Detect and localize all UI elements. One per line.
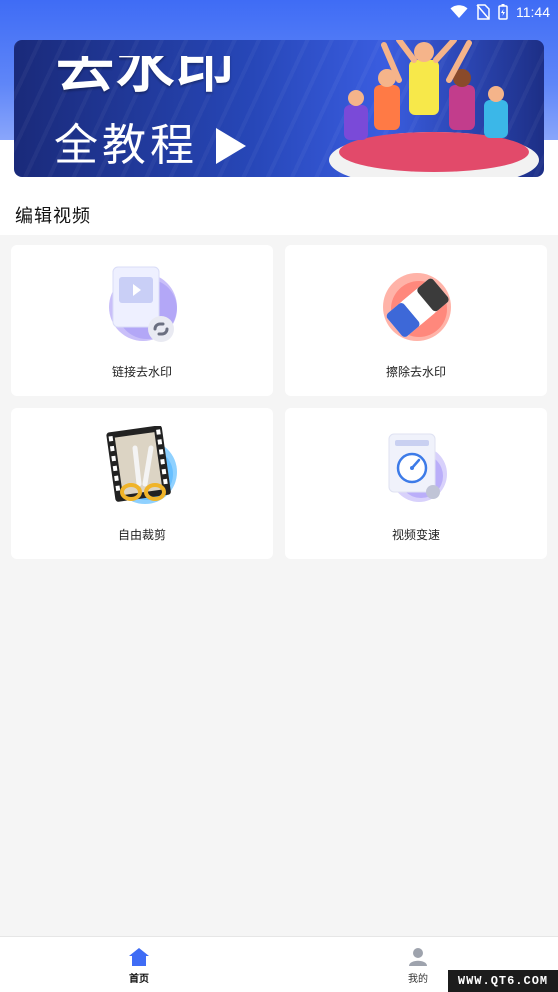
home-icon (129, 948, 149, 966)
play-icon (216, 128, 246, 164)
battery-icon (498, 4, 508, 20)
tool-label: 链接去水印 (111, 365, 172, 379)
tool-label: 擦除去水印 (385, 365, 446, 379)
link-video-icon (109, 266, 177, 342)
nav-mine-label: 我的 (408, 974, 428, 985)
tool-card-free-crop[interactable]: 自由裁剪 (11, 408, 273, 559)
tool-card-erase-watermark[interactable]: 擦除去水印 (285, 245, 547, 396)
status-bar: 11:44 (0, 0, 558, 24)
wifi-icon (450, 5, 468, 19)
tool-card-video-speed[interactable]: 视频变速 (285, 408, 547, 559)
no-sim-icon (476, 4, 490, 20)
nav-item-mine[interactable]: 我的 (388, 947, 448, 985)
tool-label: 自由裁剪 (117, 528, 166, 542)
scissors-film-icon (106, 426, 177, 504)
site-watermark: WWW.QT6.COM (448, 970, 558, 992)
eraser-icon (383, 273, 451, 341)
user-icon (409, 948, 427, 966)
speedometer-icon (388, 433, 447, 502)
nav-home-label: 首页 (129, 974, 149, 985)
nav-item-home[interactable]: 首页 (109, 947, 169, 985)
banner-subheadline: 全教程 (54, 124, 246, 168)
tool-card-link-watermark[interactable]: 链接去水印 (11, 245, 273, 396)
promo-banner[interactable]: 去水印 全教程 (14, 40, 544, 177)
section-title: 编辑视频 (15, 206, 91, 227)
status-time: 11:44 (516, 4, 550, 20)
crowd-illustration (329, 40, 539, 177)
tool-label: 视频变速 (391, 528, 440, 542)
banner-subheadline-text: 全教程 (54, 121, 198, 170)
